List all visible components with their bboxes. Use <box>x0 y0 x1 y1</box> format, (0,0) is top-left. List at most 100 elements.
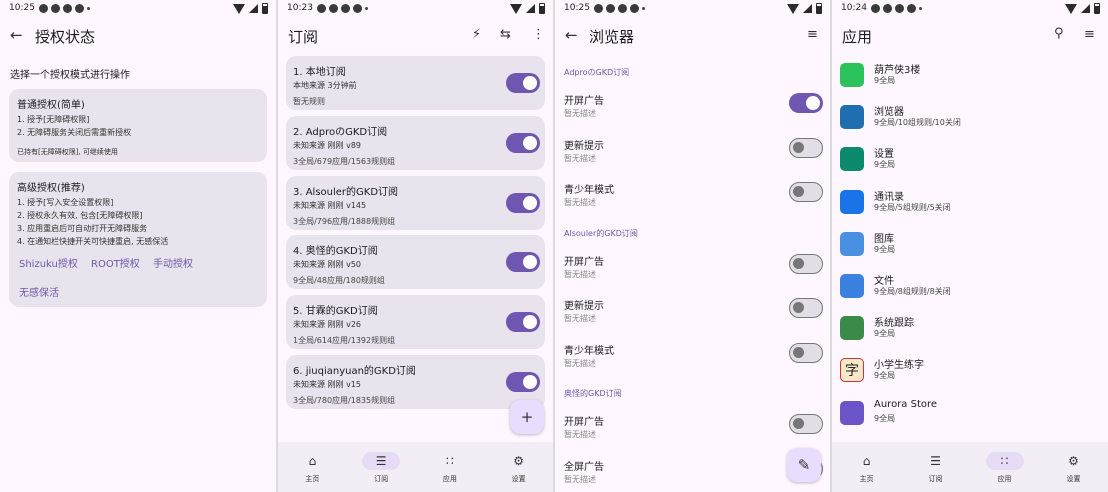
app-rule-summary: 9全局/8组规则/8关闭 <box>874 287 951 296</box>
app-rule-summary: 9全局/5组规则/5关闭 <box>874 202 951 212</box>
app-rule-summary: 9全局 <box>874 244 896 254</box>
subscription-toggle[interactable] <box>506 252 540 273</box>
app-name: 浏览器 <box>874 107 904 119</box>
app-list-item[interactable]: 通讯录 9全局/5组规则/5关闭 <box>840 186 1090 228</box>
subscription-name: 2. AdproのGKD订阅 <box>293 126 388 138</box>
app-list-item[interactable]: 字小学生练字 9全局 <box>840 354 1090 396</box>
rule-title: 青少年模式 <box>564 185 614 196</box>
rule-title: 开屏广告 <box>564 417 604 428</box>
more-vert-icon[interactable]: ⋮ <box>532 27 545 42</box>
rule-toggle[interactable] <box>789 182 823 202</box>
nav-settings[interactable]: ⚙ 设置 <box>1044 442 1104 492</box>
subscription-meta: 未知来源 刚刚 v26 <box>293 320 361 330</box>
app-list-item[interactable]: 设置 9全局 <box>840 143 1090 185</box>
advanced-auth-line1: 1. 授予[写入安全设置权限] <box>17 198 114 207</box>
subscription-toggle[interactable] <box>506 372 540 392</box>
nav-home[interactable]: ⌂ 主页 <box>837 442 897 492</box>
sync-icon[interactable]: ⇆ <box>500 27 511 42</box>
top-app-bar: ← 授权状态 <box>0 18 276 53</box>
app-list-item[interactable]: 图库 9全局 <box>840 228 1090 270</box>
subscription-card[interactable]: 6. jiuqianyuan的GKD订阅 未知来源 刚刚 v15 3全局/780应用… <box>286 355 545 409</box>
back-arrow-icon[interactable]: ← <box>10 26 23 44</box>
app-rules-screen: 10:25 ← 浏览器 ≡ AdproのGKD订阅 开屏广告 暂无描述 更新提示 暂无描… <box>555 0 830 492</box>
app-rule-summary: 9全局 <box>874 329 896 339</box>
search-icon[interactable]: ⚲ <box>1054 26 1064 41</box>
app-name: 系统跟踪 <box>874 318 914 330</box>
subscription-toggle[interactable] <box>506 73 540 93</box>
page-title: 订阅 <box>288 28 319 46</box>
subscriptions-screen: 10:23 订阅 ⚡︎ ⇆ ⋮ 1. 本地订阅 本地来源 3分钟前 暂无规则 2. A… <box>278 0 553 492</box>
rule-toggle[interactable] <box>789 414 823 434</box>
app-list-item[interactable]: 浏览器 9全局/10组规则/10关闭 <box>840 101 1090 143</box>
rule-description: 暂无描述 <box>564 269 596 279</box>
subscription-meta: 未知来源 刚刚 v145 <box>293 200 367 210</box>
subscription-card[interactable]: 5. 甘霖的GKD订阅 未知来源 刚刚 v26 1全局/614应用/1392规则组 <box>286 295 545 350</box>
rule-description: 暂无描述 <box>564 474 596 484</box>
store-bag-icon <box>840 400 864 425</box>
subscription-card[interactable]: 2. AdproのGKD订阅 未知来源 刚刚 v89 3全局/679应用/1563规… <box>286 115 545 170</box>
signal-icon <box>803 4 812 13</box>
sort-icon[interactable]: ≡ <box>1084 27 1095 42</box>
lightning-icon[interactable]: ⚡︎ <box>472 27 481 42</box>
home-icon: ⌂ <box>862 454 871 468</box>
gear-icon: ⚙ <box>1068 454 1079 468</box>
wifi-icon <box>1065 3 1077 14</box>
subscription-toggle[interactable] <box>506 312 540 333</box>
nav-apps[interactable]: ∷ 应用 <box>975 442 1035 492</box>
app-list-item[interactable]: 葫芦侠3楼 9全局 <box>840 59 1090 101</box>
gear-icon: ⚙ <box>513 454 524 468</box>
battery-icon <box>816 3 822 14</box>
keep-alive-button[interactable]: 无感保活 <box>19 284 59 299</box>
nav-apps[interactable]: ∷ 应用 <box>420 442 480 492</box>
rule-toggle[interactable] <box>789 298 823 318</box>
nav-subscriptions[interactable]: ☰ 订阅 <box>351 442 411 492</box>
advanced-auth-line2: 2. 授权永久有效, 包含[无障碍权限] <box>17 211 143 220</box>
add-subscription-button[interactable]: + <box>510 400 544 434</box>
rule-toggle[interactable] <box>789 137 823 158</box>
subscription-toggle[interactable] <box>506 192 540 213</box>
subscription-toggle[interactable] <box>506 132 540 153</box>
subscription-meta: 未知来源 刚刚 v50 <box>293 260 361 270</box>
back-arrow-icon[interactable]: ← <box>565 26 578 44</box>
sort-icon[interactable]: ≡ <box>807 27 818 42</box>
nav-subscriptions[interactable]: ☰ 订阅 <box>906 442 966 492</box>
android-icon <box>840 316 864 341</box>
rule-title: 青少年模式 <box>564 345 614 357</box>
app-list-item[interactable]: 文件 9全局/8组规则/8关闭 <box>840 270 1090 312</box>
subscription-meta: 未知来源 刚刚 v89 <box>293 140 361 150</box>
rule-toggle[interactable] <box>789 342 823 363</box>
status-time: 10:25 <box>9 3 35 13</box>
root-auth-button[interactable]: ROOT授权 <box>91 255 140 270</box>
edit-button[interactable]: ✎ <box>787 448 821 482</box>
subscription-name: 6. jiuqianyuan的GKD订阅 <box>293 366 416 377</box>
rule-toggle[interactable] <box>789 93 823 113</box>
shizuku-auth-button[interactable]: Shizuku授权 <box>19 255 78 270</box>
gear-icon <box>840 147 864 172</box>
nav-home[interactable]: ⌂ 主页 <box>282 442 342 492</box>
status-bar: 10:25 <box>555 0 830 18</box>
app-name: 通讯录 <box>874 191 904 203</box>
rule-group-header: Alsouler的GKD订阅 <box>564 228 638 238</box>
rule-toggle[interactable] <box>789 253 823 274</box>
page-title: 浏览器 <box>589 28 635 46</box>
app-list-item[interactable]: 系统跟踪 9全局 <box>840 312 1090 354</box>
subscription-card[interactable]: 1. 本地订阅 本地来源 3分钟前 暂无规则 <box>286 56 545 110</box>
grid-icon: ∷ <box>446 454 454 468</box>
subscription-stats: 3全局/679应用/1563规则组 <box>293 156 396 166</box>
contact-icon <box>840 189 864 214</box>
auth-status-screen: 10:25 ← 授权状态 选择一个授权模式进行操作 普通授权(简单) 1. 授予… <box>0 0 276 492</box>
app-name: 设置 <box>874 149 894 161</box>
nav-settings[interactable]: ⚙ 设置 <box>489 442 549 492</box>
manual-auth-button[interactable]: 手动授权 <box>153 255 193 270</box>
advanced-auth-line4: 4. 在通知栏快捷开关可快捷重启, 无感保活 <box>17 237 169 246</box>
image-icon <box>840 231 864 256</box>
subscription-card[interactable]: 4. 奥怪的GKD订阅 未知来源 刚刚 v50 9全局/48应用/180规则组 <box>286 235 545 290</box>
subscription-stats: 9全局/48应用/180规则组 <box>293 276 385 286</box>
app-name: 葫芦侠3楼 <box>874 65 921 76</box>
signal-icon <box>526 4 535 13</box>
subscription-card[interactable]: 3. Alsouler的GKD订阅 未知来源 刚刚 v145 3全局/796应用/1… <box>286 175 545 230</box>
normal-auth-card: 普通授权(简单) 1. 授予[无障碍权限] 2. 无障碍服务关闭后需重新授权 已… <box>9 89 267 162</box>
battery-icon <box>539 3 545 14</box>
app-list-item[interactable]: Aurora Store 9全局 <box>840 397 1090 439</box>
status-time: 10:23 <box>287 3 313 13</box>
